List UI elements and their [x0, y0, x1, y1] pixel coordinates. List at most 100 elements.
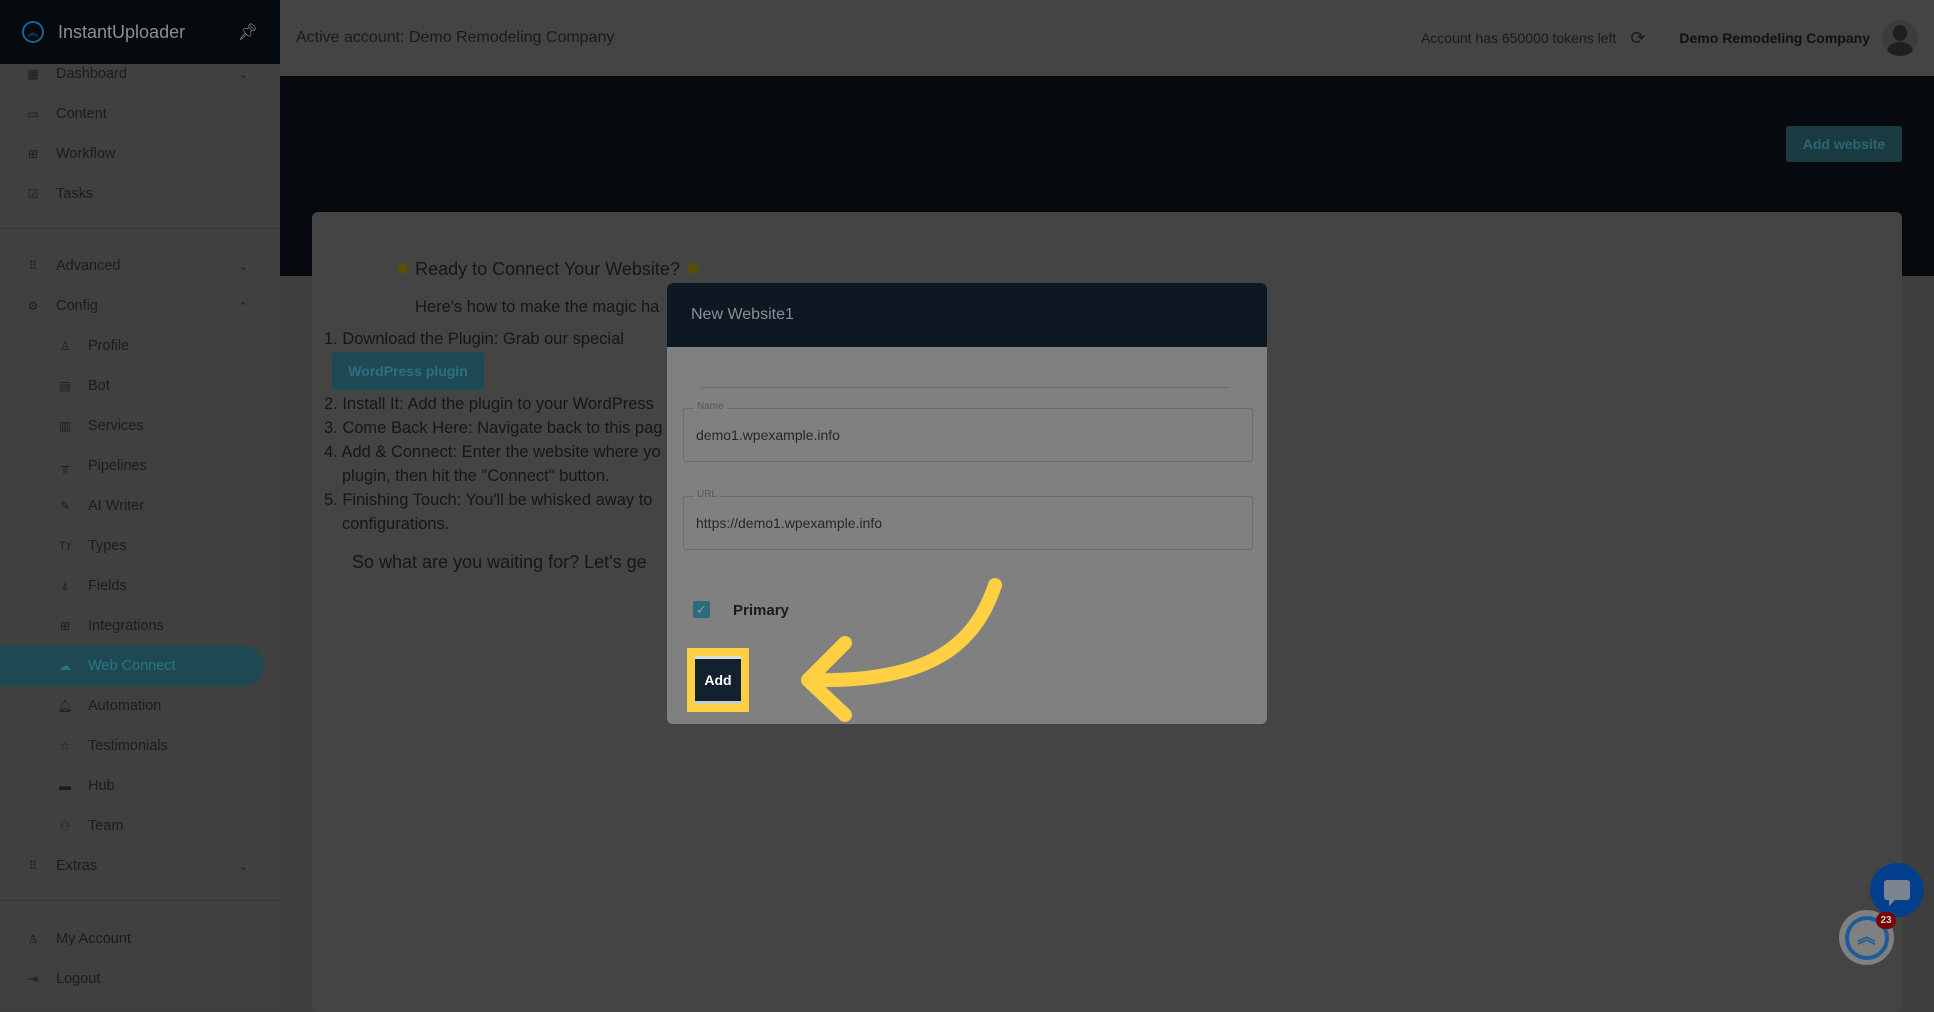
- wordpress-plugin-button[interactable]: WordPress plugin: [332, 352, 484, 390]
- step-5: 5. Finishing Touch: You'll be whisked aw…: [324, 491, 653, 509]
- chevron-down-icon: ⌄: [238, 260, 248, 273]
- sidebar-item-label: My Account: [56, 931, 131, 947]
- sidebar-item-types[interactable]: Tт Types: [0, 526, 280, 566]
- sidebar-item-config[interactable]: ⚙ Config ⌃: [0, 286, 280, 326]
- notification-badge: 23: [1876, 912, 1896, 929]
- chat-button[interactable]: [1870, 863, 1924, 917]
- url-input[interactable]: [696, 497, 1236, 549]
- chevron-down-icon: ⌄: [238, 860, 248, 873]
- sidebar-item-content[interactable]: ▭ Content: [0, 94, 280, 134]
- token-count: Account has 650000 tokens left: [1420, 30, 1617, 46]
- logout-icon: ⇥: [27, 972, 39, 986]
- bell-icon: 🔔︎: [57, 699, 73, 713]
- folder-icon: ▭: [27, 107, 39, 121]
- sidebar-item-fields[interactable]: ⍋ Fields: [0, 566, 280, 606]
- apps-icon: ⠿: [28, 259, 38, 273]
- sidebar-item-label: Hub: [88, 778, 115, 794]
- gear-icon: ⚙: [27, 299, 39, 313]
- arrow-pointer-icon: [801, 578, 1002, 722]
- sidebar-item-label: Services: [88, 418, 144, 434]
- sidebar-item-logout[interactable]: ⇥ Logout: [0, 959, 280, 999]
- sidebar-item-profile[interactable]: ♙ Profile: [0, 326, 280, 366]
- add-button-highlight: Add: [687, 648, 749, 712]
- add-website-button[interactable]: Add website: [1786, 126, 1902, 162]
- sidebar-item-label: Web Connect: [88, 658, 176, 674]
- sidebar-item-label: AI Writer: [88, 498, 145, 514]
- sidebar-item-pipelines[interactable]: ╥ Pipelines: [0, 446, 280, 486]
- sidebar-item-workflow[interactable]: ⊞ Workflow: [0, 134, 280, 174]
- star-icon: ☆: [59, 739, 71, 753]
- sidebar-item-team[interactable]: ⚇ Team: [0, 806, 280, 846]
- sparkle-icon: ✸: [395, 259, 411, 279]
- sidebar-item-label: Profile: [88, 338, 130, 354]
- sidebar-item-label: Pipelines: [88, 458, 147, 474]
- logo-icon: ︽: [22, 21, 44, 43]
- page-heading: ✸ Ready to Connect Your Website? ✸: [395, 259, 701, 279]
- sidebar-item-web-connect[interactable]: ☁ Web Connect: [0, 646, 264, 686]
- cloud-icon: ☁: [59, 659, 71, 673]
- sidebar-item-automation[interactable]: 🔔︎ Automation: [0, 686, 280, 726]
- sidebar-item-label: Logout: [56, 971, 101, 987]
- sidebar-item-label: Dashboard: [56, 66, 127, 82]
- sidebar-item-label: Team: [88, 818, 124, 834]
- sidebar-item-label: Tasks: [56, 186, 94, 202]
- sparkle-icon: ✸: [684, 259, 701, 279]
- step-4-cont: plugin, then hit the "Connect" button.: [342, 467, 610, 485]
- sidebar-item-integrations[interactable]: ⊞ Integrations: [0, 606, 280, 646]
- primary-label: Primary: [733, 602, 789, 619]
- add-button[interactable]: Add: [695, 656, 741, 704]
- refresh-icon[interactable]: ⟳: [1630, 28, 1645, 49]
- user-icon: ♙: [59, 339, 71, 353]
- chevron-down-icon: ⌄: [238, 68, 248, 81]
- sidebar-item-ai-writer[interactable]: ✎ AI Writer: [0, 486, 280, 526]
- plus-square-icon: ⊞: [59, 619, 71, 633]
- sidebar-item-services[interactable]: ▥ Services: [0, 406, 280, 446]
- sidebar-item-label: Extras: [56, 858, 98, 874]
- fields-icon: ⍋: [61, 578, 69, 593]
- sidebar-item-extras[interactable]: ⠿ Extras ⌄: [0, 846, 280, 886]
- sidebar-item-hub[interactable]: ▬ Hub: [0, 766, 280, 806]
- apps-icon: ⠿: [28, 859, 38, 873]
- step-4: 4. Add & Connect: Enter the website wher…: [324, 443, 661, 461]
- pin-icon[interactable]: 📌︎: [238, 22, 258, 42]
- step-1: 1. Download the Plugin: Grab our special: [324, 330, 624, 348]
- sidebar-item-my-account[interactable]: ♙ My Account: [0, 919, 280, 959]
- board-icon: ⊞: [27, 147, 39, 161]
- intro-text: Here's how to make the magic ha: [415, 298, 660, 316]
- sidebar-item-bot[interactable]: ▤ Bot: [0, 366, 280, 406]
- sidebar-item-label: Testimonials: [88, 738, 168, 754]
- grid-icon: ▦: [27, 67, 39, 81]
- company-name[interactable]: Demo Remodeling Company: [1679, 30, 1870, 46]
- outro-text: So what are you waiting for? Let's ge: [352, 552, 647, 572]
- sidebar-item-label: Types: [88, 538, 127, 554]
- sidebar-item-label: Config: [56, 298, 98, 314]
- sidebar-divider: [0, 900, 280, 901]
- pipeline-icon: ╥: [60, 459, 70, 473]
- divider: [701, 387, 1229, 388]
- primary-checkbox[interactable]: ✓: [693, 601, 710, 618]
- sidebar-item-testimonials[interactable]: ☆ Testimonials: [0, 726, 280, 766]
- sidebar-item-label: Automation: [88, 698, 162, 714]
- checkbox-icon: ☑: [27, 187, 39, 201]
- step-5-cont: configurations.: [342, 515, 450, 533]
- step-2: 2. Install It: Add the plugin to your Wo…: [324, 395, 654, 413]
- team-icon: ⚇: [59, 819, 71, 833]
- sidebar-divider: [0, 228, 280, 229]
- text-type-icon: Tт: [58, 539, 72, 553]
- dialog-title: New Website1: [667, 283, 1267, 347]
- topbar: Active account: Demo Remodeling Company …: [280, 0, 1934, 76]
- sidebar-item-label: Fields: [88, 578, 127, 594]
- name-input[interactable]: [696, 409, 1236, 461]
- hub-icon: ▬: [59, 779, 71, 793]
- sidebar: ︽ InstantUploader 📌︎ ▦ Dashboard ⌄ ▭ Content…: [0, 0, 280, 1007]
- sidebar-item-label: Advanced: [56, 258, 121, 274]
- avatar[interactable]: [1882, 20, 1918, 56]
- url-field: URL: [683, 489, 1253, 550]
- sidebar-item-advanced[interactable]: ⠿ Advanced ⌄: [0, 246, 280, 286]
- sidebar-item-label: Workflow: [56, 146, 116, 162]
- sidebar-item-tasks[interactable]: ☑ Tasks: [0, 174, 280, 214]
- building-icon: ▥: [59, 419, 71, 433]
- sidebar-item-dashboard[interactable]: ▦ Dashboard ⌄: [0, 54, 280, 94]
- active-account: Active account: Demo Remodeling Company: [296, 29, 615, 46]
- brand-name: InstantUploader: [58, 21, 186, 42]
